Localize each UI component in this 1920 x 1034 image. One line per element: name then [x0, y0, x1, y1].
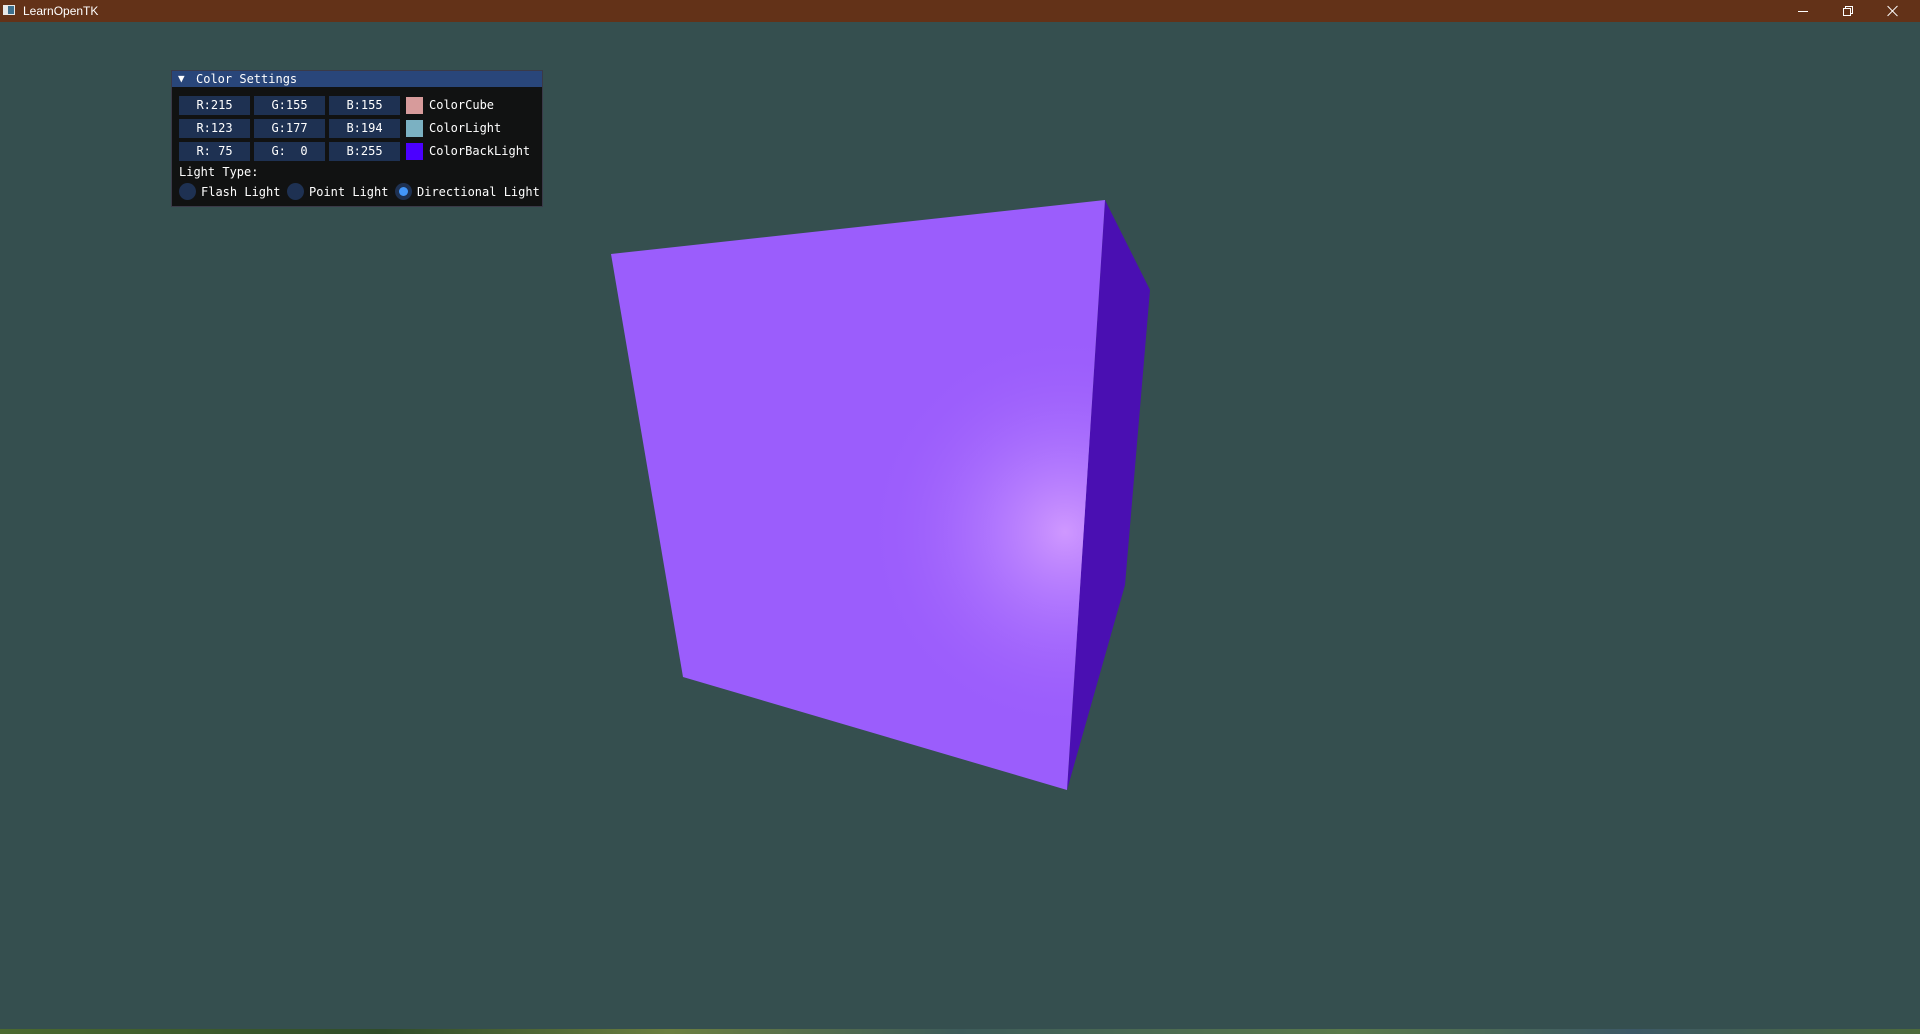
panel-title: Color Settings [196, 72, 298, 86]
blue-field[interactable]: B:155 [329, 96, 400, 115]
color-swatch[interactable] [406, 97, 423, 114]
blue-field[interactable]: B:255 [329, 142, 400, 161]
color-row-label: ColorBackLight [429, 144, 531, 158]
blue-field[interactable]: B:194 [329, 119, 400, 138]
green-field[interactable]: G:177 [254, 119, 325, 138]
red-field[interactable]: R:123 [179, 119, 250, 138]
radio-checked-icon [395, 183, 412, 200]
red-field[interactable]: R: 75 [179, 142, 250, 161]
window-title: LearnOpenTK [23, 4, 99, 18]
desktop-strip [0, 1029, 1920, 1034]
radio-label: Directional Light [417, 184, 540, 199]
radio-label: Flash Light [201, 184, 281, 199]
red-field[interactable]: R:215 [179, 96, 250, 115]
close-button[interactable] [1870, 0, 1915, 22]
radio-directional-light[interactable]: Directional Light [395, 182, 540, 201]
window-titlebar[interactable]: LearnOpenTK [0, 0, 1920, 22]
green-field[interactable]: G: 0 [254, 142, 325, 161]
radio-flash-light[interactable]: Flash Light [179, 182, 280, 201]
green-field[interactable]: G:155 [254, 96, 325, 115]
color-swatch[interactable] [406, 120, 423, 137]
cube-specular-highlight [611, 200, 1105, 790]
light-type-label: Light Type: [179, 165, 259, 179]
radio-label: Point Light [309, 184, 389, 199]
panel-titlebar[interactable]: ▼ Color Settings [172, 71, 542, 87]
radio-circle-icon [179, 183, 196, 200]
minimize-button[interactable] [1780, 0, 1825, 22]
radio-point-light[interactable]: Point Light [287, 182, 388, 201]
restore-icon [1842, 6, 1853, 16]
triangle-down-icon[interactable]: ▼ [178, 73, 185, 85]
close-icon [1887, 5, 1899, 17]
minimize-icon [1797, 10, 1808, 12]
color-swatch[interactable] [406, 143, 423, 160]
window-icon [3, 5, 15, 15]
color-settings-panel[interactable]: ▼ Color Settings R:215 G:155 B:155 Color… [171, 70, 543, 207]
light-type-radio-group: Flash Light Point Light Directional Ligh… [179, 182, 540, 201]
color-row-label: ColorLight [429, 121, 502, 135]
color-row-label: ColorCube [429, 98, 495, 112]
restore-button[interactable] [1825, 0, 1870, 22]
radio-circle-icon [287, 183, 304, 200]
